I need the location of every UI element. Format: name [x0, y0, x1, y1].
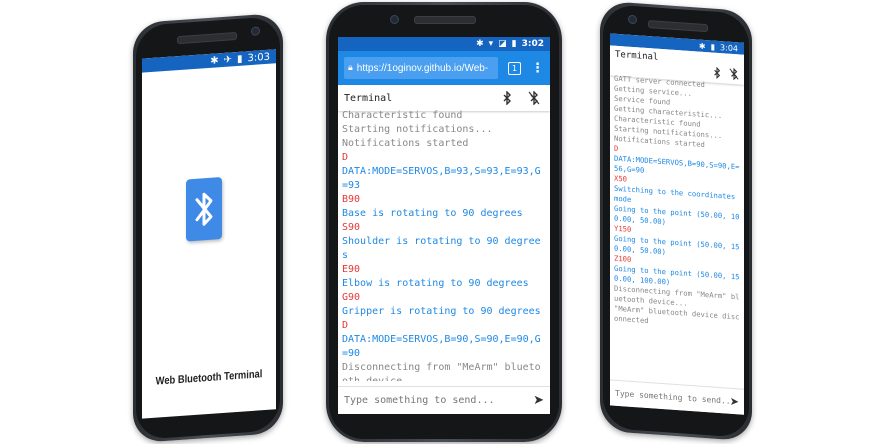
app-title: Web Bluetooth Terminal — [155, 368, 263, 388]
url-text: https://1oginov.github.io/Web- — [356, 62, 489, 74]
bluetooth-status-icon: ✱ — [476, 39, 484, 49]
app-toolbar: Terminal — [338, 85, 550, 111]
bluetooth-disconnect-icon[interactable] — [528, 91, 540, 105]
send-bar: ➤ — [338, 386, 550, 414]
bluetooth-status-icon: ✱ — [698, 41, 706, 51]
bluetooth-logo-tile — [186, 177, 222, 242]
bluetooth-disconnect-icon[interactable] — [729, 67, 739, 81]
lock-icon: 🔒︎ — [348, 63, 353, 73]
bluetooth-status-icon: ✱ — [210, 54, 219, 67]
terminal-line: D — [342, 152, 349, 163]
terminal-line: Gripper is rotating to 90 degrees — [342, 306, 541, 317]
bluetooth-connect-icon[interactable] — [713, 66, 721, 80]
status-time: 3:02 — [521, 39, 544, 49]
earpiece-speaker — [414, 16, 476, 24]
terminal-line: Shoulder is rotating to 90 degrees — [342, 236, 541, 261]
battery-icon: ▮ — [710, 41, 716, 52]
wifi-icon: ▾ — [488, 39, 494, 49]
bluetooth-icon — [195, 192, 213, 226]
terminal-line: Starting notifications... — [342, 124, 493, 135]
tab-count-button[interactable]: 1 — [508, 61, 521, 75]
more-menu-icon[interactable]: ⋮ — [531, 61, 544, 76]
toolbar-title: Terminal — [344, 92, 393, 104]
status-time: 3:04 — [720, 42, 738, 53]
battery-icon: ▮ — [237, 53, 243, 65]
terminal-line: DATA:MODE=SERVOS,B=93,S=93,E=93,G=93 — [342, 166, 541, 191]
center-phone: ✱ ▾ ◪ ▮ 3:02 🔒︎ https://1oginov.github.i… — [326, 2, 562, 442]
bluetooth-connect-icon[interactable] — [502, 91, 512, 105]
terminal-line: G90 — [342, 292, 361, 303]
terminal-line: Notifications started — [342, 138, 469, 149]
right-screen: ✱ ▮ 3:04 Terminal GATT server connected G… — [610, 33, 744, 415]
url-field[interactable]: 🔒︎ https://1oginov.github.io/Web- — [344, 57, 498, 79]
battery-icon: ▮ — [511, 39, 517, 49]
left-screen: ✱ ✈ ▮ 3:03 Web Bluetooth Terminal — [142, 49, 276, 419]
send-input[interactable] — [344, 395, 534, 406]
status-bar: ✱ ▾ ◪ ▮ 3:02 — [338, 37, 550, 51]
send-icon[interactable]: ➤ — [533, 393, 544, 408]
front-camera — [628, 14, 637, 25]
terminal-line: B90 — [342, 194, 361, 205]
browser-bar: 🔒︎ https://1oginov.github.io/Web- 1 ⋮ — [338, 51, 550, 85]
send-icon[interactable]: ➤ — [730, 395, 739, 409]
terminal-line: D — [342, 320, 349, 331]
terminal-output: Characteristic found Starting notificatio… — [342, 109, 546, 381]
right-phone: ✱ ▮ 3:04 Terminal GATT server connected G… — [600, 0, 752, 442]
terminal-output: GATT server connected Getting service... S… — [614, 74, 741, 383]
front-camera — [390, 15, 399, 24]
tab-count: 1 — [511, 63, 518, 73]
toolbar-title: Terminal — [615, 49, 659, 63]
terminal-line: Disconnecting from "MeArm" bluetooth dev… — [342, 362, 541, 381]
terminal-line: E90 — [342, 264, 361, 275]
center-screen: ✱ ▾ ◪ ▮ 3:02 🔒︎ https://1oginov.github.i… — [338, 37, 550, 414]
terminal-line: Characteristic found — [342, 110, 463, 121]
terminal-line: DATA:MODE=SERVOS,B=90,S=90,E=90,G=90 — [342, 334, 541, 359]
status-time: 3:03 — [247, 51, 270, 64]
left-phone: ✱ ✈ ▮ 3:03 Web Bluetooth Terminal — [133, 12, 283, 444]
terminal-line: Base is rotating to 90 degrees — [342, 208, 523, 219]
send-input[interactable] — [615, 388, 730, 406]
no-sim-icon: ◪ — [498, 39, 507, 49]
terminal-line: S90 — [342, 222, 361, 233]
terminal-line: Elbow is rotating to 90 degrees — [342, 278, 529, 289]
airplane-icon: ✈ — [223, 53, 233, 66]
